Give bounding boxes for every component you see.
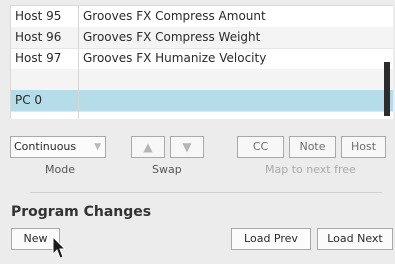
- row-number: PC 0: [15, 93, 43, 107]
- table-row[interactable]: Host 95 Grooves FX Compress Amount: [11, 6, 393, 28]
- row-name: Grooves FX Compress Weight: [83, 30, 261, 44]
- note-button[interactable]: Note: [289, 136, 336, 158]
- arrow-down-icon: ▼: [182, 140, 192, 154]
- swap-up-button[interactable]: ▲: [131, 136, 165, 158]
- table-row[interactable]: Host 96 Grooves FX Compress Weight: [11, 27, 393, 49]
- row-number: Host 96: [15, 30, 62, 44]
- mode-select[interactable]: Continuous ▼: [10, 136, 106, 158]
- scrollbar-thumb[interactable]: [384, 62, 390, 116]
- load-next-button[interactable]: Load Next: [317, 228, 393, 250]
- divider: [30, 192, 382, 193]
- table-row[interactable]: Host 97 Grooves FX Humanize Velocity: [11, 48, 393, 70]
- column-divider: [78, 6, 79, 119]
- map-to-next-free-label: Map to next free: [265, 163, 356, 176]
- table-row[interactable]: [11, 69, 393, 91]
- cc-button[interactable]: CC: [237, 136, 284, 158]
- mode-select-value: Continuous: [14, 140, 77, 153]
- table-row-selected[interactable]: PC 0: [11, 90, 393, 112]
- mapping-table[interactable]: Host 95 Grooves FX Compress Amount Host …: [10, 5, 393, 119]
- row-number: Host 95: [15, 9, 62, 23]
- mode-label: Mode: [45, 163, 75, 176]
- mouse-pointer-icon: [52, 236, 66, 259]
- load-prev-button[interactable]: Load Prev: [231, 228, 311, 250]
- row-number: Host 97: [15, 51, 62, 65]
- chevron-down-icon: ▼: [94, 142, 101, 152]
- row-name: Grooves FX Humanize Velocity: [83, 51, 267, 65]
- swap-down-button[interactable]: ▼: [170, 136, 204, 158]
- row-name: Grooves FX Compress Amount: [83, 9, 266, 23]
- host-button[interactable]: Host: [341, 136, 386, 158]
- program-changes-heading: Program Changes: [11, 204, 152, 220]
- arrow-up-icon: ▲: [143, 140, 153, 154]
- swap-label: Swap: [152, 163, 182, 176]
